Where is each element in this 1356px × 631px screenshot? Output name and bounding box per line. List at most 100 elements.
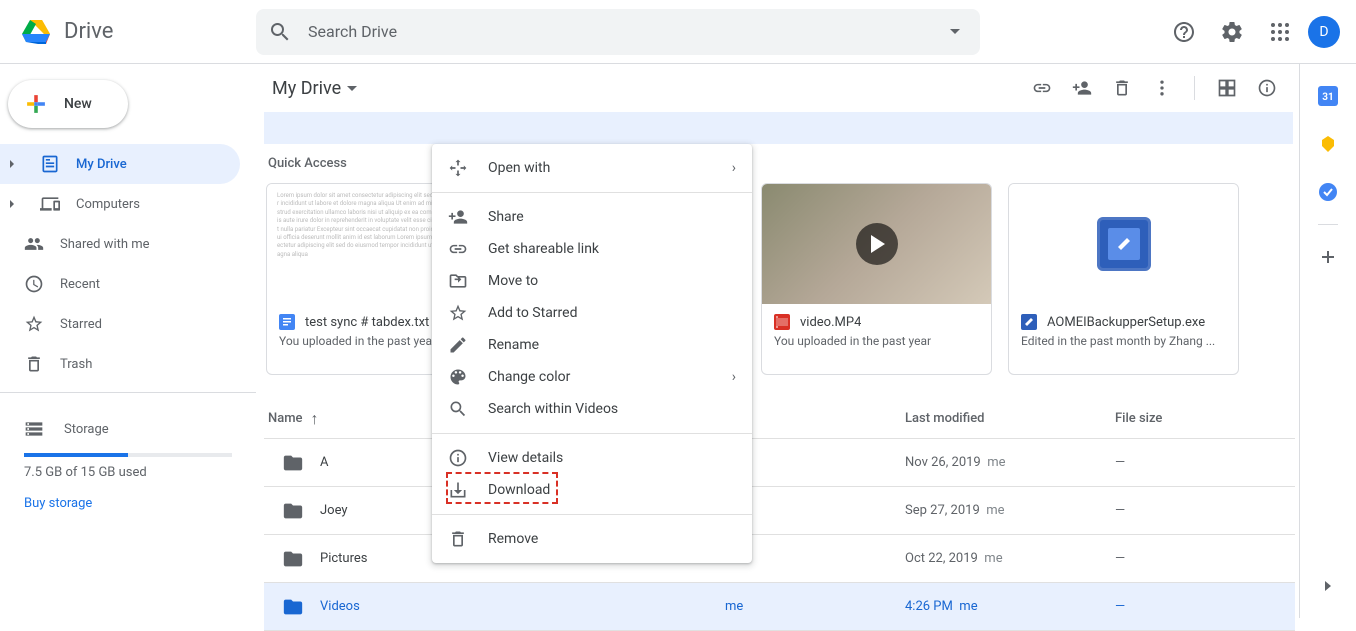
context-menu: Open with› Share Get shareable link Move to… bbox=[432, 144, 752, 563]
menu-item-move[interactable]: Move to bbox=[432, 265, 752, 297]
qa-thumbnail bbox=[762, 184, 991, 304]
file-name: Pictures bbox=[320, 551, 367, 566]
sidebar-item-my-drive[interactable]: My Drive bbox=[0, 144, 240, 184]
header-actions: D bbox=[1164, 12, 1348, 52]
search-icon bbox=[268, 20, 292, 44]
file-owner: me bbox=[725, 551, 905, 566]
menu-divider bbox=[432, 514, 752, 515]
file-owner: me bbox=[725, 455, 905, 470]
avatar[interactable]: D bbox=[1308, 16, 1340, 48]
storage-used: 7.5 GB of 15 GB used bbox=[24, 465, 232, 480]
computers-icon bbox=[40, 194, 60, 214]
table-row[interactable]: Pictures me Oct 22, 2019 me — bbox=[264, 535, 1295, 583]
list-header: Name↑ Last modified File size bbox=[264, 399, 1295, 439]
qa-name: test sync # tabdex.txt bbox=[305, 315, 429, 330]
file-size: — bbox=[1115, 599, 1295, 614]
file-name: Joey bbox=[320, 503, 348, 518]
sidebar-item-recent[interactable]: Recent bbox=[0, 264, 240, 304]
file-modified: Oct 22, 2019 me bbox=[905, 551, 1115, 566]
breadcrumb[interactable]: My Drive bbox=[272, 78, 357, 99]
toolbar bbox=[1022, 68, 1287, 108]
settings-button[interactable] bbox=[1212, 12, 1252, 52]
apps-button[interactable] bbox=[1260, 12, 1300, 52]
column-header-size[interactable]: File size bbox=[1115, 411, 1295, 426]
search-box[interactable] bbox=[256, 9, 980, 55]
menu-item-share[interactable]: Share bbox=[432, 201, 752, 233]
star-icon bbox=[448, 303, 468, 323]
menu-item-search[interactable]: Search within Videos bbox=[432, 393, 752, 425]
file-modified: Sep 27, 2019 me bbox=[905, 503, 1115, 518]
buy-storage-link[interactable]: Buy storage bbox=[24, 496, 232, 511]
menu-item-label: Get shareable link bbox=[488, 241, 599, 257]
breadcrumb-label: My Drive bbox=[272, 78, 341, 99]
menu-item-label: Share bbox=[488, 209, 524, 225]
file-list: Name↑ Last modified File size A me Nov 2… bbox=[264, 399, 1295, 631]
menu-item-download[interactable]: Download bbox=[432, 474, 752, 506]
table-row[interactable]: Joey me Sep 27, 2019 me — bbox=[264, 487, 1295, 535]
add-addon-button[interactable] bbox=[1308, 237, 1348, 277]
plus-icon bbox=[20, 88, 52, 120]
calendar-button[interactable]: 31 bbox=[1308, 76, 1348, 116]
tasks-button[interactable] bbox=[1308, 172, 1348, 212]
column-header-modified[interactable]: Last modified bbox=[905, 411, 1115, 426]
menu-item-label: Change color bbox=[488, 369, 570, 385]
file-modified: Nov 26, 2019 me bbox=[905, 455, 1115, 470]
collapse-rail-button[interactable] bbox=[1308, 566, 1348, 606]
file-size: — bbox=[1115, 503, 1295, 518]
menu-item-label: View details bbox=[488, 450, 563, 466]
quick-access-row: Lorem ipsum dolor sit amet consectetur a… bbox=[264, 183, 1295, 375]
get-link-button[interactable] bbox=[1022, 68, 1062, 108]
info-button[interactable] bbox=[1247, 68, 1287, 108]
menu-item-star[interactable]: Add to Starred bbox=[432, 297, 752, 329]
grid-view-button[interactable] bbox=[1207, 68, 1247, 108]
highlight-annotation bbox=[446, 472, 558, 504]
file-owner: me bbox=[725, 599, 905, 614]
share-button[interactable] bbox=[1062, 68, 1102, 108]
more-button[interactable] bbox=[1142, 68, 1182, 108]
menu-item-rename[interactable]: Rename bbox=[432, 329, 752, 361]
sidebar-item-storage[interactable]: Storage bbox=[12, 409, 232, 449]
rename-icon bbox=[448, 335, 468, 355]
sidebar-item-shared[interactable]: Shared with me bbox=[0, 224, 240, 264]
storage-icon bbox=[24, 419, 44, 439]
menu-item-info[interactable]: View details bbox=[432, 442, 752, 474]
delete-button[interactable] bbox=[1102, 68, 1142, 108]
menu-item-link[interactable]: Get shareable link bbox=[432, 233, 752, 265]
folder-icon bbox=[282, 548, 304, 570]
sidebar-item-computers[interactable]: Computers bbox=[0, 184, 240, 224]
sidebar: New My Drive Computers Shared with me Re… bbox=[0, 64, 256, 618]
table-row[interactable]: Videos me 4:26 PM me — bbox=[264, 583, 1295, 631]
search-input[interactable] bbox=[308, 22, 942, 41]
drive-logo-icon bbox=[16, 12, 56, 52]
app-icon bbox=[1097, 217, 1151, 271]
chevron-right-icon: › bbox=[732, 160, 736, 176]
chevron-right-icon[interactable] bbox=[0, 159, 24, 169]
file-name: A bbox=[320, 455, 328, 470]
file-name: Videos bbox=[320, 599, 360, 614]
qa-sub: Edited in the past month by Zhang ... bbox=[1021, 334, 1226, 348]
menu-item-open[interactable]: Open with› bbox=[432, 152, 752, 184]
menu-item-label: Rename bbox=[488, 337, 539, 353]
exe-icon bbox=[1021, 314, 1037, 330]
help-button[interactable] bbox=[1164, 12, 1204, 52]
keep-button[interactable] bbox=[1308, 124, 1348, 164]
menu-divider bbox=[432, 433, 752, 434]
new-button[interactable]: New bbox=[8, 80, 128, 128]
my-drive-icon bbox=[40, 154, 60, 174]
color-icon bbox=[448, 367, 468, 387]
logo-area[interactable]: Drive bbox=[16, 12, 256, 52]
share-icon bbox=[448, 207, 468, 227]
table-row[interactable]: A me Nov 26, 2019 me — bbox=[264, 439, 1295, 487]
move-icon bbox=[448, 271, 468, 291]
quick-access-card[interactable]: video.MP4 You uploaded in the past year bbox=[761, 183, 992, 375]
menu-item-remove[interactable]: Remove bbox=[432, 523, 752, 555]
menu-item-color[interactable]: Change color› bbox=[432, 361, 752, 393]
sidebar-item-trash[interactable]: Trash bbox=[0, 344, 240, 384]
quick-access-card[interactable]: AOMEIBackupperSetup.exe Edited in the pa… bbox=[1008, 183, 1239, 375]
chevron-right-icon[interactable] bbox=[0, 199, 24, 209]
new-button-label: New bbox=[64, 96, 92, 112]
sidebar-item-starred[interactable]: Starred bbox=[0, 304, 240, 344]
rail-divider bbox=[1318, 224, 1338, 225]
menu-item-label: Search within Videos bbox=[488, 401, 618, 417]
search-options-caret[interactable] bbox=[950, 29, 960, 34]
